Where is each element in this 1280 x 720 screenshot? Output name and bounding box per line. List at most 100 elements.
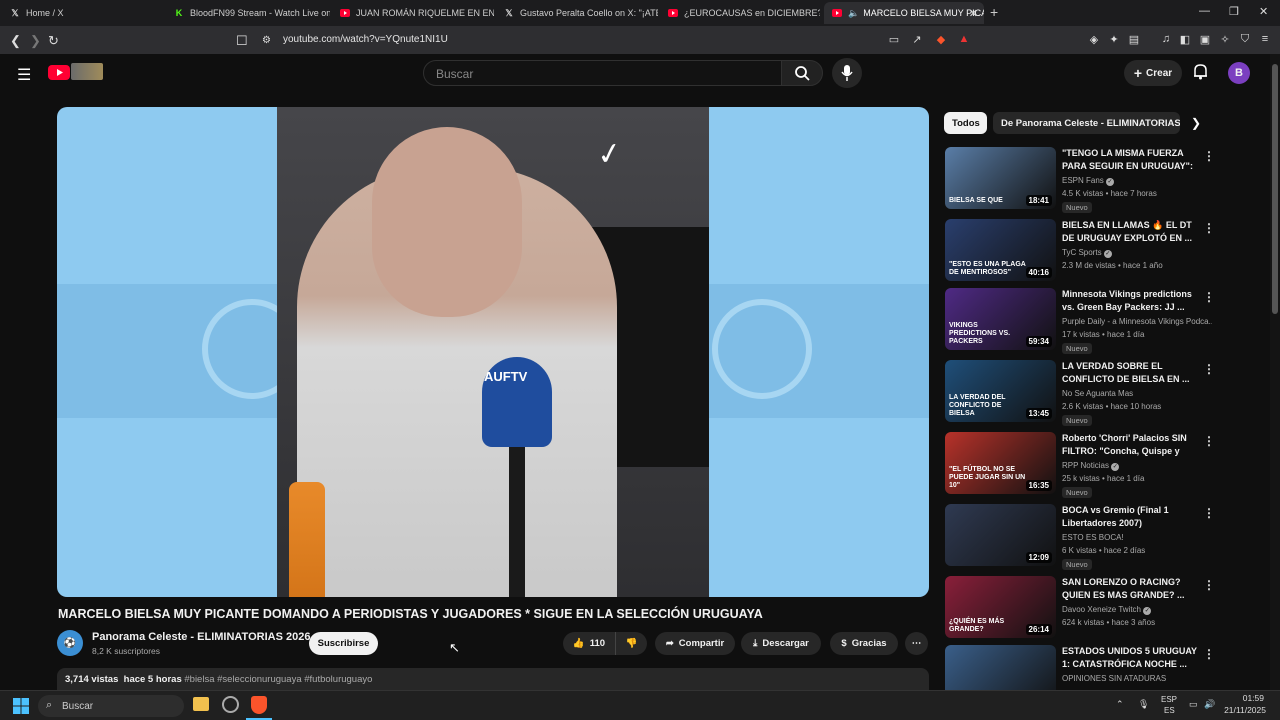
extensions-icon[interactable]: ✦ xyxy=(1108,33,1120,46)
chip-all[interactable]: Todos xyxy=(944,112,987,134)
channel-name[interactable]: Davoo Xeneize Twitch ✓ xyxy=(1062,605,1212,615)
more-options-icon[interactable]: ⋮ xyxy=(1203,290,1215,304)
back-icon[interactable]: ❮ xyxy=(10,33,21,49)
forward-icon[interactable]: ❯ xyxy=(30,33,41,49)
taskbar-search[interactable]: ⌕ Buscar xyxy=(38,695,184,717)
more-options-icon[interactable]: ⋮ xyxy=(1203,647,1215,661)
chevron-right-icon[interactable]: ❯ xyxy=(1191,116,1201,130)
channel-name[interactable]: TyC Sports ✓ xyxy=(1062,248,1212,258)
more-actions-button[interactable]: ⋯ xyxy=(905,632,928,655)
avatar[interactable]: B xyxy=(1228,62,1250,84)
download-button[interactable]: ⤓ Descargar xyxy=(741,632,821,655)
speaker-icon[interactable]: 🔈 xyxy=(848,8,859,19)
channel-name[interactable]: OPINIONES SIN ATADURAS xyxy=(1062,674,1212,683)
volume-icon[interactable]: 🔊 xyxy=(1204,699,1215,710)
thanks-button[interactable]: $ Gracias xyxy=(830,632,898,655)
hamburger-menu-icon[interactable]: ☰ xyxy=(17,65,31,85)
recommended-video[interactable]: "EL FÚTBOL NO SE PUEDE JUGAR SIN UN 10" 1… xyxy=(945,432,1265,498)
video-thumbnail[interactable]: BIELSA SE QUE 18:41 xyxy=(945,147,1056,209)
restore-icon[interactable]: ❐ xyxy=(1229,5,1239,18)
recommended-video[interactable]: 12:09 BOCA vs Gremio (Final 1 Libertadore… xyxy=(945,504,1265,570)
reload-icon[interactable]: ↻ xyxy=(48,33,59,49)
channel-name[interactable]: ESTO ES BOCA! xyxy=(1062,533,1212,542)
more-options-icon[interactable]: ⋮ xyxy=(1203,149,1215,163)
dislike-button[interactable]: 👎 xyxy=(615,632,647,655)
media-icon[interactable]: ♫ xyxy=(1160,33,1172,45)
video-title[interactable]: Roberto 'Chorri' Palacios SIN FILTRO: "C… xyxy=(1062,432,1200,458)
video-thumbnail[interactable]: LA VERDAD DEL CONFLICTO DE BIELSA 13:45 xyxy=(945,360,1056,422)
site-settings-icon[interactable]: ⚙ xyxy=(262,35,271,46)
minimize-icon[interactable]: — xyxy=(1199,5,1210,17)
recommended-video[interactable]: ¿QUIÉN ES MÁS GRANDE? 26:14 SAN LORENZO O … xyxy=(945,576,1265,640)
video-thumbnail[interactable]: "ESTO ES UNA PLAGA DE MENTIROSOS" 40:16 xyxy=(945,219,1056,281)
windows-start-icon[interactable] xyxy=(13,698,29,719)
search-button[interactable] xyxy=(781,60,823,86)
reading-list-icon[interactable]: ◧ xyxy=(1179,33,1191,46)
page-scrollbar[interactable] xyxy=(1270,54,1280,690)
brave-browser-icon[interactable] xyxy=(251,696,267,714)
tray-microphone-icon[interactable]: 🎙 xyxy=(1138,699,1149,710)
wallet-card-icon[interactable]: ▣ xyxy=(1199,33,1211,46)
network-icon[interactable]: ▭ xyxy=(1189,699,1198,710)
video-thumbnail[interactable]: VIKINGS PREDICTIONS VS. PACKERS 59:34 xyxy=(945,288,1056,350)
brave-rewards-icon[interactable]: ▲ xyxy=(958,33,970,45)
hashtags[interactable]: #bielsa #seleccionuruguaya #futbolurugua… xyxy=(184,674,372,685)
clock-time[interactable]: 01:59 xyxy=(1222,693,1264,703)
video-thumbnail[interactable]: ¿QUIÉN ES MÁS GRANDE? 26:14 xyxy=(945,576,1056,638)
bookmark-icon[interactable]: ☐ xyxy=(236,33,248,49)
video-title[interactable]: ESTADOS UNIDOS 5 URUGUAY 1: CATASTRÓFICA… xyxy=(1062,645,1200,671)
create-button[interactable]: + Crear xyxy=(1124,60,1182,86)
search-input[interactable]: Buscar xyxy=(423,60,782,86)
menu-icon[interactable]: ≡ xyxy=(1259,33,1271,45)
recommended-video[interactable]: VIKINGS PREDICTIONS VS. PACKERS 59:34 Minn… xyxy=(945,288,1265,354)
video-title[interactable]: BIELSA EN LLAMAS 🔥 EL DT DE URUGUAY EXPL… xyxy=(1062,219,1200,245)
video-title[interactable]: BOCA vs Gremio (Final 1 Libertadores 200… xyxy=(1062,504,1200,530)
recommended-video[interactable]: "ESTO ES UNA PLAGA DE MENTIROSOS" 40:16 BI… xyxy=(945,219,1265,283)
close-tab-icon[interactable]: ✕ xyxy=(969,7,978,20)
channel-name[interactable]: No Se Aguanta Mas xyxy=(1062,389,1212,398)
more-options-icon[interactable]: ⋮ xyxy=(1203,221,1215,235)
channel-name[interactable]: RPP Noticias ✓ xyxy=(1062,461,1212,471)
vpn-icon[interactable]: ⛉ xyxy=(1239,33,1251,45)
channel-name[interactable]: Panorama Celeste - ELIMINATORIAS 2026 xyxy=(92,631,310,643)
notifications-bell-icon[interactable] xyxy=(1193,63,1208,84)
more-options-icon[interactable]: ⋮ xyxy=(1203,506,1215,520)
browser-tab[interactable]: 𝕏 Gustavo Peralta Coello on X: "¡ATENC xyxy=(496,2,658,24)
chip-channel[interactable]: De Panorama Celeste - ELIMINATORIAS 2026 xyxy=(993,112,1180,134)
clock-date[interactable]: 21/11/2025 xyxy=(1222,705,1266,715)
browser-tab-active[interactable]: 🔈 MARCELO BIELSA MUY PICAN ✕ xyxy=(824,2,984,24)
more-options-icon[interactable]: ⋮ xyxy=(1203,578,1215,592)
brave-shields-icon[interactable]: ◆ xyxy=(935,33,947,46)
file-explorer-icon[interactable] xyxy=(193,697,209,711)
doodle-logo-icon[interactable] xyxy=(71,63,103,80)
video-title[interactable]: LA VERDAD SOBRE EL CONFLICTO DE BIELSA E… xyxy=(1062,360,1200,386)
browser-tab[interactable]: 𝕏 Home / X xyxy=(2,2,162,24)
browser-tab[interactable]: JUAN ROMÁN RIQUELME EN ENFOC xyxy=(332,2,494,24)
browser-tab[interactable]: K BloodFN99 Stream - Watch Live on K xyxy=(166,2,330,24)
like-button[interactable]: 👍 110 xyxy=(563,632,615,655)
new-tab-button[interactable]: + xyxy=(990,4,998,20)
more-options-icon[interactable]: ⋮ xyxy=(1203,434,1215,448)
cast-icon[interactable]: ▭ xyxy=(888,33,900,46)
sidebar-icon[interactable]: ▤ xyxy=(1128,33,1140,46)
more-options-icon[interactable]: ⋮ xyxy=(1203,362,1215,376)
recommended-video[interactable]: BIELSA SE QUE 18:41 "TENGO LA MISMA FUERZA… xyxy=(945,147,1265,213)
address-bar[interactable]: youtube.com/watch?v=YQnute1NI1U xyxy=(283,34,448,45)
video-title[interactable]: SAN LORENZO O RACING? QUIEN ES MAS GRAND… xyxy=(1062,576,1200,602)
wallet-icon[interactable]: ◈ xyxy=(1088,33,1100,46)
share-button[interactable]: ➦ Compartir xyxy=(655,632,735,655)
subscribe-button[interactable]: Suscribirse xyxy=(309,632,378,655)
youtube-logo-icon[interactable] xyxy=(48,65,70,85)
video-title[interactable]: "TENGO LA MISMA FUERZA PARA SEGUIR EN UR… xyxy=(1062,147,1200,173)
video-title[interactable]: Minnesota Vikings predictions vs. Green … xyxy=(1062,288,1200,314)
channel-name[interactable]: Purple Daily - a Minnesota Vikings Podca… xyxy=(1062,317,1212,326)
scrollbar-thumb[interactable] xyxy=(1272,64,1278,314)
app-icon[interactable] xyxy=(222,696,239,713)
video-thumbnail[interactable]: 12:09 xyxy=(945,504,1056,566)
recommended-video[interactable]: LA VERDAD DEL CONFLICTO DE BIELSA 13:45 LA… xyxy=(945,360,1265,426)
tray-chevron-up-icon[interactable]: ⌃ xyxy=(1116,699,1124,710)
share-icon[interactable]: ↗ xyxy=(911,33,923,46)
window-close-icon[interactable]: ✕ xyxy=(1259,5,1268,18)
channel-name[interactable]: ESPN Fans ✓ xyxy=(1062,176,1212,186)
channel-avatar[interactable]: ⚽ xyxy=(57,630,83,656)
